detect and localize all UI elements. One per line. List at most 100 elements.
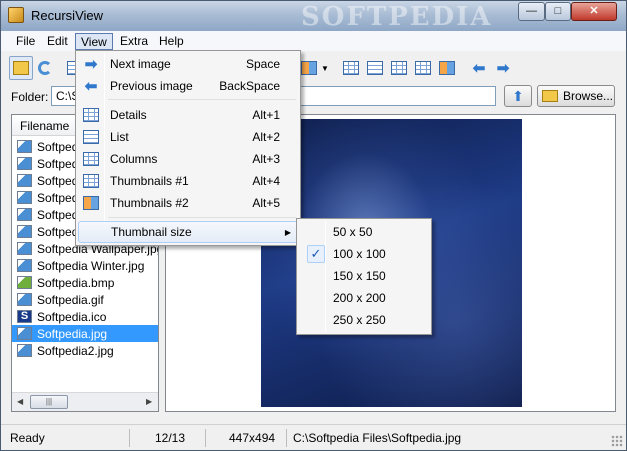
close-button[interactable]: ✕ [571,2,617,21]
menu-item-shortcut: Alt+2 [252,130,280,144]
list-view-icon [83,130,99,144]
menu-item-list[interactable]: List Alt+2 [78,126,298,148]
thumbnails2-view-icon [439,61,455,75]
menu-item-label: Previous image [110,79,193,93]
size-option-label: 50 x 50 [333,225,373,239]
size-option-150[interactable]: 150 x 150 [299,265,429,287]
status-text: Ready [10,431,45,445]
thumbnails1-view-icon [415,61,431,75]
menu-item-thumbnail-size[interactable]: Thumbnail size ▶ [78,221,298,243]
size-option-250[interactable]: 250 x 250 [299,309,429,331]
chevron-down-icon: ▼ [321,63,329,73]
details-view-icon [343,61,359,75]
size-option-label: 200 x 200 [333,291,386,305]
menu-item-label: Thumbnails #2 [110,196,189,210]
maximize-button[interactable]: □ [545,2,571,21]
file-name: Softpedia.ico [37,309,107,324]
menu-help[interactable]: Help [154,33,189,50]
folder-label: Folder: [11,90,49,104]
submenu-arrow-icon: ▶ [284,227,291,237]
menu-item-shortcut: Alt+3 [252,152,280,166]
image-file-icon [17,157,32,170]
size-option-label: 100 x 100 [333,247,386,261]
arrow-up-icon: ⬆ [512,87,524,104]
menu-item-thumbnails-2[interactable]: Thumbnails #2 Alt+5 [78,192,298,214]
previous-image-button[interactable]: ⬅ [467,56,491,80]
menu-item-details[interactable]: Details Alt+1 [78,104,298,126]
image-file-icon [17,140,32,153]
horizontal-scrollbar[interactable]: ◀ ||| ▶ [12,392,158,411]
columns-view-icon [391,61,407,75]
thumbnails1-view-button[interactable] [411,56,435,80]
image-file-icon [17,259,32,272]
ico-file-icon: S [17,310,32,323]
file-list-item[interactable]: Softpedia.gif [12,291,158,308]
image-file-icon [17,327,32,340]
thumbnails2-view-button[interactable] [435,56,459,80]
window-title: RecursiView [31,8,104,23]
size-option-label: 250 x 250 [333,313,386,327]
file-list-item[interactable]: Softpedia.jpg [12,325,158,342]
menu-item-thumbnails-1[interactable]: Thumbnails #1 Alt+4 [78,170,298,192]
image-file-icon [17,225,32,238]
list-view-button[interactable] [363,56,387,80]
image-file-icon [17,293,32,306]
minimize-button[interactable]: — [518,2,545,21]
scrollbar-thumb[interactable]: ||| [30,395,68,409]
columns-view-icon [83,152,99,166]
image-file-icon [17,174,32,187]
thumbnail-size-submenu: 50 x 50 ✓ 100 x 100 150 x 150 200 x 200 … [296,218,432,335]
browse-button[interactable]: Browse... [537,85,615,107]
columns-view-button[interactable] [387,56,411,80]
menu-edit[interactable]: Edit [42,33,73,50]
menu-item-label: Next image [110,57,171,71]
arrow-right-icon: ➡ [496,59,510,77]
thumbnails2-view-icon [83,196,99,210]
next-image-button[interactable]: ➡ [491,56,515,80]
menu-view[interactable]: View [75,33,113,50]
status-position: 12/13 [155,431,186,445]
file-list-item[interactable]: S Softpedia.ico [12,308,158,325]
arrow-left-icon: ⬅ [472,59,486,77]
size-option-100[interactable]: ✓ 100 x 100 [299,243,429,265]
image-file-icon [17,208,32,221]
menu-item-next-image[interactable]: ➡ Next image Space [78,53,298,75]
folder-icon [542,90,558,102]
menu-item-previous-image[interactable]: ⬅ Previous image BackSpace [78,75,298,97]
menu-item-shortcut: Alt+4 [252,174,280,188]
status-bar: Ready 12/13 447x494 C:\Softpedia Files\S… [1,424,626,450]
menu-item-label: Columns [110,152,158,166]
scroll-left-icon[interactable]: ◀ [17,397,23,406]
size-option-label: 150 x 150 [333,269,386,283]
view-options-dropdown[interactable]: ▼ [313,56,337,80]
parent-folder-button[interactable]: ⬆ [504,85,532,107]
menu-item-columns[interactable]: Columns Alt+3 [78,148,298,170]
size-option-50[interactable]: 50 x 50 [299,221,429,243]
refresh-button[interactable] [33,56,57,80]
size-option-200[interactable]: 200 x 200 [299,287,429,309]
menu-item-label: Thumbnails #1 [110,174,189,188]
checkmark-icon: ✓ [307,245,325,263]
menu-extra[interactable]: Extra [115,33,153,50]
menu-bar: File Edit View Extra Help [1,31,626,51]
arrow-right-icon: ➡ [84,55,98,73]
scroll-right-icon[interactable]: ▶ [146,397,152,406]
view-menu-dropdown: ➡ Next image Space ⬅ Previous image Back… [75,50,301,246]
title-bar[interactable]: RecursiView SOFTPEDIA — □ ✕ [1,1,626,32]
menu-file[interactable]: File [11,33,40,50]
watermark-text: SOFTPEDIA [301,2,493,32]
browse-label: Browse... [563,89,614,103]
resize-grip[interactable] [611,435,623,447]
file-name: Softpedia2.jpg [37,343,114,358]
file-list-item[interactable]: Softpedia.bmp [12,274,158,291]
details-view-button[interactable] [339,56,363,80]
menu-item-shortcut: BackSpace [219,79,280,93]
details-view-icon [83,108,99,122]
folders-button[interactable] [9,56,33,80]
menu-item-shortcut: Alt+1 [252,108,280,122]
folders-icon [13,61,29,75]
file-list-item[interactable]: Softpedia Winter.jpg [12,257,158,274]
list-view-icon [367,61,383,75]
status-dimensions: 447x494 [229,431,276,445]
file-list-item[interactable]: Softpedia2.jpg [12,342,158,359]
